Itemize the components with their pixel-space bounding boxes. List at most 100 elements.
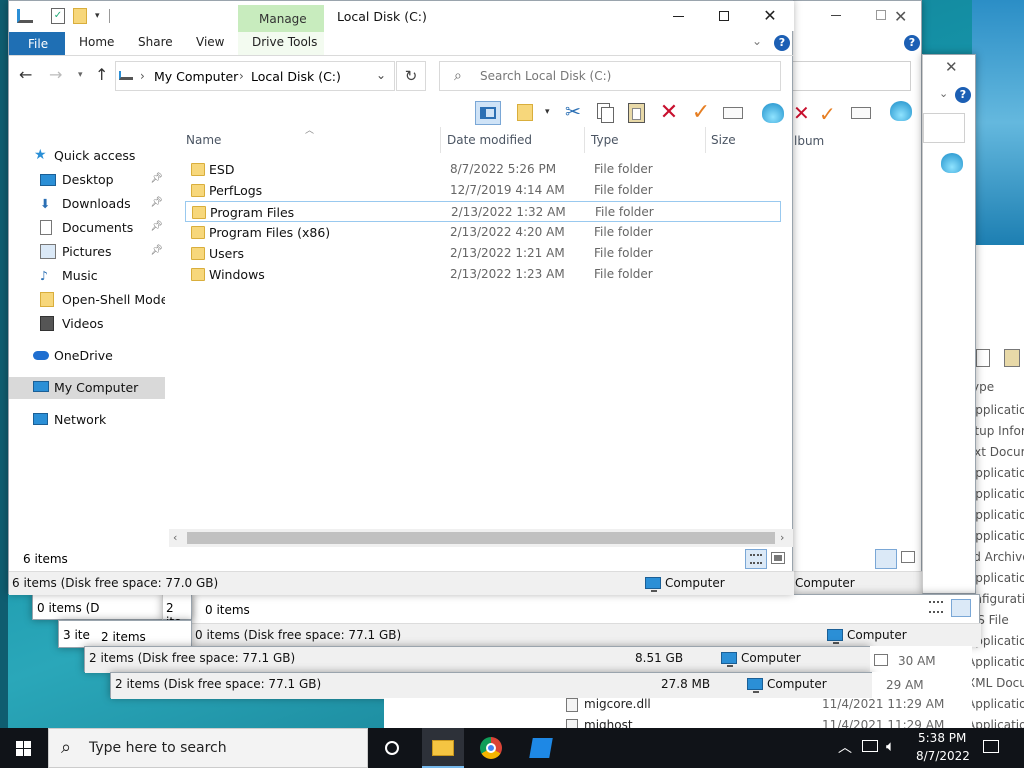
navigation-pane-icon[interactable] <box>475 101 501 125</box>
search-box-fragment[interactable] <box>923 113 965 143</box>
delete-icon[interactable]: ✕ <box>793 101 810 125</box>
minimize-button[interactable] <box>655 1 701 31</box>
ribbon-expand-icon[interactable]: ⌄ <box>752 34 762 48</box>
status-text: 2 items (Disk free space: 77.1 GB) <box>115 677 322 691</box>
file-type: File folder <box>594 162 653 176</box>
start-button[interactable] <box>0 728 48 768</box>
breadcrumb-local-disk[interactable]: Local Disk (C:) <box>251 69 341 84</box>
file-date: 2/13/2022 1:32 AM <box>451 205 566 219</box>
file-row[interactable]: Program Files (x86) 2/13/2022 4:20 AM File… <box>185 222 785 243</box>
taskbar-file-explorer[interactable] <box>422 728 464 768</box>
explorer-app-icon[interactable] <box>17 9 33 23</box>
tab-drive-tools[interactable]: Drive Tools <box>252 35 317 49</box>
chevron-down-icon[interactable]: ⌄ <box>939 87 948 100</box>
maximize-icon <box>719 11 729 21</box>
taskbar-chrome[interactable] <box>470 728 512 768</box>
rename-icon[interactable] <box>721 101 745 125</box>
search-box[interactable]: ⌕ Search Local Disk (C:) <box>439 61 781 91</box>
breadcrumb-separator-icon: › <box>239 69 244 83</box>
up-button[interactable]: ↑ <box>95 65 108 84</box>
tab-file[interactable]: File <box>9 32 65 55</box>
show-hidden-icons[interactable]: ︿ <box>838 737 852 757</box>
check-icon[interactable]: ✓ <box>819 102 836 126</box>
file-row[interactable]: Users 2/13/2022 1:21 AM File folder <box>185 243 785 264</box>
column-header-name[interactable]: Name <box>186 133 221 147</box>
clock-date[interactable]: 8/7/2022 <box>916 749 970 763</box>
preview-view-icon[interactable] <box>874 654 888 666</box>
recent-locations-icon[interactable]: ▾ <box>78 70 83 80</box>
properties-icon[interactable]: ✓ <box>51 8 65 24</box>
notifications-icon[interactable] <box>983 740 999 753</box>
horizontal-scrollbar[interactable]: ‹ › <box>169 529 793 547</box>
copy-icon[interactable] <box>593 101 617 125</box>
nav-item-open-shell-modern[interactable]: Open-Shell Modern <box>9 289 165 311</box>
large-icons-view-button[interactable] <box>771 552 785 564</box>
taskbar-search-input[interactable]: Type here to search <box>89 740 227 756</box>
nav-my-computer[interactable]: My Computer <box>9 377 165 399</box>
nav-item-music[interactable]: ♪ Music <box>9 265 165 287</box>
nav-onedrive[interactable]: OneDrive <box>9 345 165 367</box>
help-icon[interactable]: ? <box>774 35 790 51</box>
nav-item-desktop[interactable]: Desktop 📌︎ <box>9 169 165 191</box>
quick-access-dropdown-icon[interactable]: ▾ <box>95 11 100 21</box>
file-row[interactable]: PerfLogs 12/7/2019 4:14 AM File folder <box>185 180 785 201</box>
close-button[interactable]: ✕ <box>747 1 793 31</box>
layout-icon[interactable] <box>515 101 539 125</box>
file-type-fragment: XML Docur <box>967 676 1024 690</box>
check-icon[interactable]: ✓ <box>689 101 713 125</box>
tab-home[interactable]: Home <box>79 35 114 49</box>
shell-icon[interactable] <box>941 153 963 173</box>
clock-time[interactable]: 5:38 PM <box>918 731 966 745</box>
layout-dropdown-icon[interactable]: ▾ <box>545 107 550 117</box>
desktop-icon <box>40 174 56 186</box>
nav-quick-access[interactable]: ★ Quick access <box>9 145 165 167</box>
file-row[interactable]: Windows 2/13/2022 1:23 AM File folder <box>185 264 785 285</box>
new-folder-icon[interactable] <box>73 8 87 24</box>
taskbar-app[interactable] <box>520 728 562 768</box>
refresh-button[interactable]: ↻ <box>396 61 426 91</box>
file-row[interactable]: Program Files 2/13/2022 1:32 AM File folde… <box>185 201 781 222</box>
close-icon[interactable]: ✕ <box>894 7 907 26</box>
column-header-size[interactable]: Size <box>711 133 736 147</box>
scroll-right-icon[interactable]: › <box>780 531 784 544</box>
column-header-type[interactable]: Type <box>591 133 619 147</box>
paste-icon[interactable] <box>625 101 649 125</box>
forward-button[interactable]: → <box>49 65 62 84</box>
task-view-button[interactable] <box>372 728 412 768</box>
maximize-button[interactable] <box>701 1 747 31</box>
nav-item-documents[interactable]: Documents 📌︎ <box>9 217 165 239</box>
details-view-icon[interactable] <box>875 549 897 569</box>
close-icon[interactable]: ✕ <box>945 58 958 76</box>
context-tab-group-label: Manage <box>259 12 307 26</box>
shell-icon[interactable] <box>761 101 785 125</box>
preview-view-icon[interactable] <box>951 599 971 617</box>
shell-icon[interactable] <box>890 101 912 121</box>
column-header-date[interactable]: Date modified <box>447 133 532 147</box>
network-tray-icon[interactable] <box>862 740 878 752</box>
details-view-button[interactable] <box>745 549 767 569</box>
details-view-icon[interactable] <box>929 601 943 613</box>
search-input[interactable]: Search Local Disk (C:) <box>480 69 611 83</box>
volume-icon[interactable]: 🔈︎ <box>886 737 895 755</box>
breadcrumb-my-computer[interactable]: My Computer <box>154 69 238 84</box>
file-row[interactable]: ESD 8/7/2022 5:26 PM File folder <box>185 159 785 180</box>
nav-item-downloads[interactable]: ⬇ Downloads 📌︎ <box>9 193 165 215</box>
help-icon[interactable]: ? <box>955 87 971 103</box>
scroll-left-icon[interactable]: ‹ <box>173 531 177 544</box>
nav-item-pictures[interactable]: Pictures 📌︎ <box>9 241 165 263</box>
address-dropdown-icon[interactable]: ⌄ <box>376 68 386 82</box>
rename-icon[interactable] <box>851 107 871 119</box>
nav-network[interactable]: Network <box>9 409 165 431</box>
taskbar-search-box[interactable]: ⌕ Type here to search <box>48 728 368 768</box>
delete-icon[interactable]: ✕ <box>657 101 681 125</box>
address-bar[interactable]: › My Computer › Local Disk (C:) ⌄ <box>115 61 395 91</box>
preview-view-icon[interactable] <box>901 551 915 563</box>
scrollbar-thumb[interactable] <box>187 532 775 544</box>
tab-share[interactable]: Share <box>138 35 173 49</box>
help-icon[interactable]: ? <box>904 35 920 51</box>
tab-view[interactable]: View <box>196 35 224 49</box>
cut-icon[interactable]: ✂ <box>561 101 585 125</box>
back-button[interactable]: ← <box>19 65 32 84</box>
column-divider <box>705 127 706 153</box>
nav-item-videos[interactable]: Videos <box>9 313 165 335</box>
